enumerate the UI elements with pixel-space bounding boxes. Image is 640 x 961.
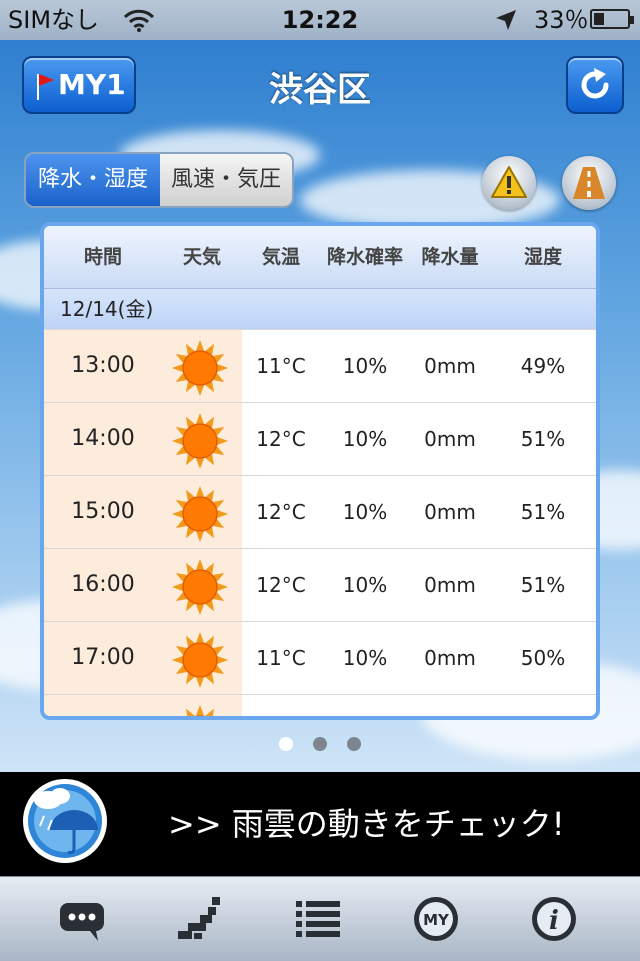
cell-humidity: 51% [520, 573, 566, 597]
cell-humidity: 51% [520, 427, 566, 451]
location-arrow-icon [496, 10, 516, 30]
table-header: 時間 天気 気温 降水確率 降水量 湿度 [44, 226, 596, 288]
page-title: 渋谷区 [269, 70, 371, 110]
header-time: 時間 [83, 246, 122, 268]
battery-icon [590, 9, 634, 29]
tab-list[interactable] [288, 889, 348, 949]
cell-time: 17:00 [44, 622, 162, 694]
sun-icon [172, 413, 228, 469]
page-dot-3[interactable] [347, 737, 361, 751]
cell-weather [162, 403, 242, 475]
sun-icon [172, 340, 228, 396]
table-row-partial [44, 694, 596, 716]
cell-temp: 12°C [256, 500, 306, 524]
tab-map[interactable] [170, 889, 230, 949]
header-amount: 降水量 [421, 246, 479, 268]
cell-pop: 10% [342, 573, 388, 597]
cell-temp: 11°C [256, 646, 306, 670]
umbrella-rain-icon [23, 779, 107, 863]
info-tab-label: i [549, 906, 559, 936]
info-icon: i [532, 897, 576, 941]
road-icon [573, 167, 605, 199]
cell-weather [162, 476, 242, 548]
sun-icon [172, 559, 228, 615]
table-row: 16:00 12°C 10% 0mm 51% [44, 548, 596, 621]
cell-time: 16:00 [44, 549, 162, 621]
header-weather: 天気 [182, 246, 221, 268]
warning-button[interactable] [482, 156, 536, 210]
header-temp: 気温 [261, 246, 300, 268]
cell-amount: 0mm [424, 427, 476, 451]
japan-map-icon [178, 897, 220, 939]
tab-precip-humidity[interactable]: 降水・湿度 [26, 154, 160, 206]
table-row: 17:00 11°C 10% 0mm 50% [44, 621, 596, 694]
sun-icon [172, 486, 228, 542]
cell-amount: 0mm [424, 646, 476, 670]
segmented-control: 降水・湿度 風速・気圧 [24, 152, 294, 208]
banner-text: >> 雨雲の動きをチェック! [168, 805, 565, 843]
table-row: 14:00 12°C 10% 0mm 51% [44, 402, 596, 475]
chat-icon [60, 903, 104, 941]
cell-pop: 10% [342, 500, 388, 524]
status-bar: SIMなし 12:22 33％ [0, 0, 640, 40]
refresh-icon [581, 68, 609, 99]
my-icon: MY [414, 897, 458, 941]
cell-weather [162, 330, 242, 402]
cell-humidity: 49% [520, 354, 566, 378]
refresh-button[interactable] [566, 56, 624, 114]
my-tab-label: MY [423, 911, 450, 929]
cell-temp: 12°C [256, 573, 306, 597]
warning-icon [491, 166, 527, 198]
tab-chat[interactable] [52, 889, 112, 949]
cell-humidity: 51% [520, 500, 566, 524]
cell-amount: 0mm [424, 573, 476, 597]
sun-icon [186, 705, 214, 716]
table-row: 13:00 11°C 10% 0mm 49% [44, 329, 596, 402]
tab-wind-pressure[interactable]: 風速・気圧 [160, 154, 292, 206]
cell-amount: 0mm [424, 500, 476, 524]
tab-bar: MY i [0, 876, 640, 961]
tab-my[interactable]: MY [406, 889, 466, 949]
forecast-table[interactable]: 時間 天気 気温 降水確率 降水量 湿度 12/14(金) 13:00 11°C 1… [40, 222, 600, 720]
cell-time: 13:00 [44, 330, 162, 402]
page-dot-2[interactable] [313, 737, 327, 751]
date-row: 12/14(金) [44, 288, 596, 329]
table-row: 15:00 12°C 10% 0mm 51% [44, 475, 596, 548]
cell-time [44, 695, 162, 716]
header-humidity: 湿度 [523, 246, 562, 268]
list-icon [296, 901, 340, 937]
cell-time: 15:00 [44, 476, 162, 548]
cell-weather [162, 549, 242, 621]
sun-icon [172, 632, 228, 688]
header-pop: 降水確率 [326, 246, 403, 268]
cell-humidity: 50% [520, 646, 566, 670]
page-dot-1[interactable] [279, 737, 293, 751]
cell-temp: 11°C [256, 354, 306, 378]
cell-pop: 10% [342, 354, 388, 378]
road-button[interactable] [562, 156, 616, 210]
cell-amount: 0mm [424, 354, 476, 378]
tab-info[interactable]: i [524, 889, 584, 949]
cell-pop: 10% [342, 427, 388, 451]
cell-temp: 12°C [256, 427, 306, 451]
cell-weather [162, 695, 242, 716]
battery-percent: 33％ [534, 6, 589, 34]
page-indicator[interactable] [0, 736, 640, 755]
cell-pop: 10% [342, 646, 388, 670]
cell-weather [162, 622, 242, 694]
cell-time: 14:00 [44, 403, 162, 475]
